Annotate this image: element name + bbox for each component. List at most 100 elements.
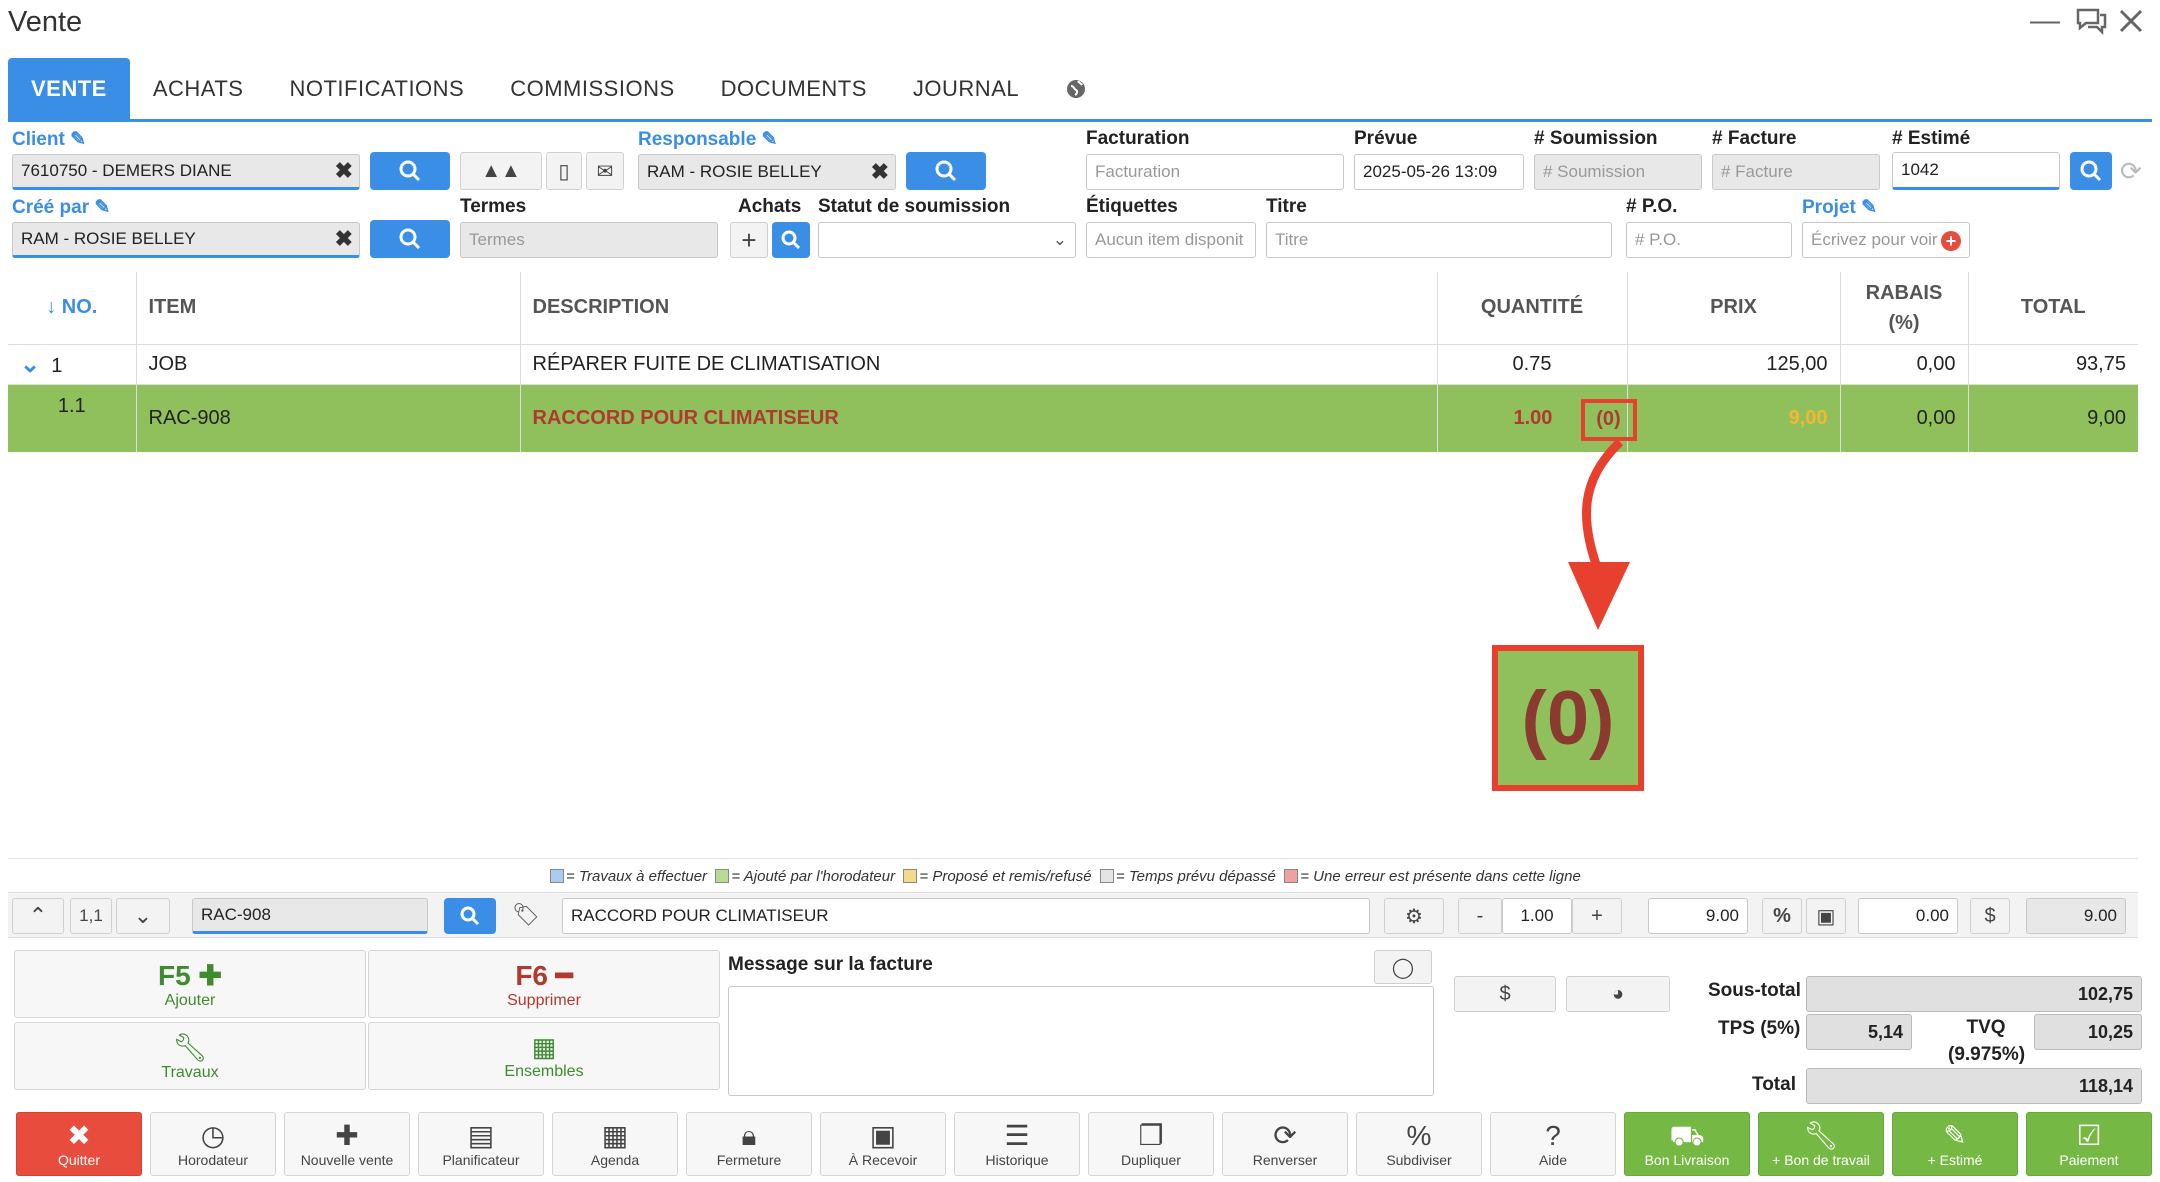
cree-par-label[interactable]: Créé par ✎ (12, 196, 110, 219)
client-search-button[interactable] (370, 152, 450, 190)
price-input[interactable]: 9.00 (1648, 898, 1748, 934)
mail-icon[interactable]: ✉ (586, 152, 624, 190)
chevron-up-icon[interactable]: ⌃ (12, 898, 64, 934)
percent-button[interactable]: % (1762, 898, 1802, 934)
facturation-input[interactable]: Facturation (1086, 154, 1344, 190)
responsable-search-button[interactable] (906, 152, 986, 190)
soumission-input[interactable]: # Soumission (1534, 154, 1702, 190)
dollar-icon-button[interactable]: $ (1454, 976, 1556, 1012)
agenda-button[interactable]: ▦ Agenda (552, 1112, 678, 1176)
termes-label: Termes (460, 196, 527, 217)
tab-achats[interactable]: ACHATS (130, 58, 267, 119)
travaux-button[interactable]: 🔧︎ Travaux (14, 1022, 366, 1090)
add-achat-button[interactable]: + (730, 222, 768, 258)
projet-label[interactable]: Projet ✎ (1802, 196, 1877, 219)
col-rabais[interactable]: RABAIS (%) (1840, 272, 1969, 344)
binoculars-icon[interactable]: ▲▲ (460, 152, 542, 190)
minimize-icon[interactable]: — (2030, 4, 2060, 38)
truck-icon: ⛟ (1669, 1120, 1705, 1151)
plus-icon: ✚ (335, 1120, 359, 1151)
discount-input[interactable]: 0.00 (1858, 898, 1958, 934)
facture-input[interactable]: # Facture (1712, 154, 1880, 190)
cash-icon[interactable]: ▣ (1806, 898, 1846, 934)
tab-notifications[interactable]: NOTIFICATIONS (266, 58, 487, 119)
bon-de-travail-button[interactable]: 🔧︎ + Bon de travail (1758, 1112, 1884, 1176)
tab-commissions[interactable]: COMMISSIONS (487, 58, 697, 119)
edit-item-input[interactable]: RAC-908 (192, 898, 428, 934)
qty-input[interactable]: 1.00 (1502, 898, 1572, 934)
legend-swatch (1099, 869, 1114, 883)
delete-line-button[interactable]: F6 ━ Supprimer (368, 950, 720, 1018)
achats-search-button[interactable] (772, 222, 810, 258)
col-total[interactable]: TOTAL (1968, 272, 2138, 344)
add-circle-icon[interactable]: + (1941, 231, 1961, 251)
po-input[interactable]: # P.O. (1626, 222, 1792, 258)
table-row-selected[interactable]: 1.1 RAC-908 RACCORD POUR CLIMATISEUR 1.0… (8, 383, 2138, 452)
aide-button[interactable]: ? Aide (1490, 1112, 1616, 1176)
titre-input[interactable]: Titre (1266, 222, 1612, 258)
cree-par-search-button[interactable] (370, 220, 450, 258)
chat-icon[interactable] (2074, 6, 2108, 36)
comment-icon[interactable]: ◯ (1374, 950, 1432, 984)
etiquettes-select[interactable]: Aucun item disponit (1086, 222, 1256, 258)
tab-journal[interactable]: JOURNAL (890, 58, 1042, 119)
projet-input[interactable]: Écrivez pour voir + (1802, 222, 1970, 258)
clear-icon[interactable]: ✖ (871, 159, 889, 185)
cree-par-field[interactable]: RAM - ROSIE BELLEY ✖ (12, 222, 360, 258)
client-field[interactable]: 7610750 - DEMERS DIANE ✖ (12, 154, 360, 190)
estime-search-button[interactable] (2070, 152, 2112, 190)
tab-vente[interactable]: VENTE (8, 58, 130, 119)
chevron-down-icon[interactable]: ⌄ (20, 351, 40, 378)
qty-minus-button[interactable]: - (1458, 898, 1502, 934)
prevue-input[interactable]: 2025-05-26 13:09 (1354, 154, 1524, 190)
estime-button[interactable]: ✎ + Estimé (1892, 1112, 2018, 1176)
quit-button[interactable]: ✖ Quitter (16, 1112, 142, 1176)
edit-search-button[interactable] (444, 898, 496, 934)
col-description[interactable]: DESCRIPTION (520, 272, 1438, 344)
gear-icon[interactable]: ⚙ (1384, 898, 1444, 934)
horodateur-button[interactable]: ◷ Horodateur (150, 1112, 276, 1176)
tab-documents[interactable]: DOCUMENTS (698, 58, 890, 119)
tag-icon[interactable]: 🏷 (512, 902, 540, 928)
statut-select[interactable]: ⌄ (818, 222, 1076, 258)
table-row[interactable]: ⌄ 1 JOB RÉPARER FUITE DE CLIMATISATION 0… (8, 343, 2138, 384)
a-recevoir-button[interactable]: ▣ À Recevoir (820, 1112, 946, 1176)
dollar-button[interactable]: $ (1970, 898, 2010, 934)
col-quantite[interactable]: QUANTITÉ (1437, 272, 1628, 344)
client-label[interactable]: Client ✎ (12, 128, 86, 151)
edit-description-input[interactable]: RACCORD POUR CLIMATISEUR (562, 898, 1370, 934)
close-icon[interactable] (2118, 8, 2144, 34)
subdiviser-button[interactable]: % Subdiviser (1356, 1112, 1482, 1176)
percent-icon: % (1406, 1120, 1432, 1151)
historique-button[interactable]: ☰ Historique (954, 1112, 1080, 1176)
clear-icon[interactable]: ✖ (335, 158, 353, 184)
col-item[interactable]: ITEM (136, 272, 521, 344)
col-prix[interactable]: PRIX (1627, 272, 1841, 344)
ensembles-button[interactable]: ▦ Ensembles (368, 1022, 720, 1090)
edit-icon: ✎ (761, 129, 778, 150)
responsable-label[interactable]: Responsable ✎ (638, 128, 777, 151)
termes-input[interactable]: Termes (460, 222, 718, 258)
refresh-icon[interactable]: ⟳ (2120, 156, 2142, 187)
message-textarea[interactable] (728, 986, 1434, 1096)
paiement-button[interactable]: ☑ Paiement (2026, 1112, 2152, 1176)
col-no[interactable]: ↓ NO. (8, 272, 137, 344)
estime-input[interactable]: 1042 (1892, 152, 2060, 190)
responsable-field[interactable]: RAM - ROSIE BELLEY ✖ (638, 154, 896, 190)
globe-icon[interactable] (1042, 58, 1110, 119)
renverser-button[interactable]: ⟳ Renverser (1222, 1112, 1348, 1176)
clear-icon[interactable]: ✖ (335, 226, 353, 252)
qty-plus-button[interactable]: + (1572, 898, 1622, 934)
legend-swatch (1284, 869, 1299, 883)
dupliquer-button[interactable]: ❐ Dupliquer (1088, 1112, 1214, 1176)
row-total: 9,00 (1968, 383, 2138, 452)
chevron-down-icon[interactable]: ⌄ (116, 898, 170, 934)
fermeture-button[interactable]: 🔒︎ Fermeture (686, 1112, 812, 1176)
bon-livraison-button[interactable]: ⛟ Bon Livraison (1624, 1112, 1750, 1176)
new-sale-button[interactable]: ✚ Nouvelle vente (284, 1112, 410, 1176)
planificateur-button[interactable]: ▤ Planificateur (418, 1112, 544, 1176)
pie-chart-icon[interactable]: ◕ (1566, 976, 1670, 1012)
add-line-button[interactable]: F5 ✚ Ajouter (14, 950, 366, 1018)
window-title: Vente (8, 6, 83, 38)
mobile-icon[interactable]: ▯ (546, 152, 582, 190)
